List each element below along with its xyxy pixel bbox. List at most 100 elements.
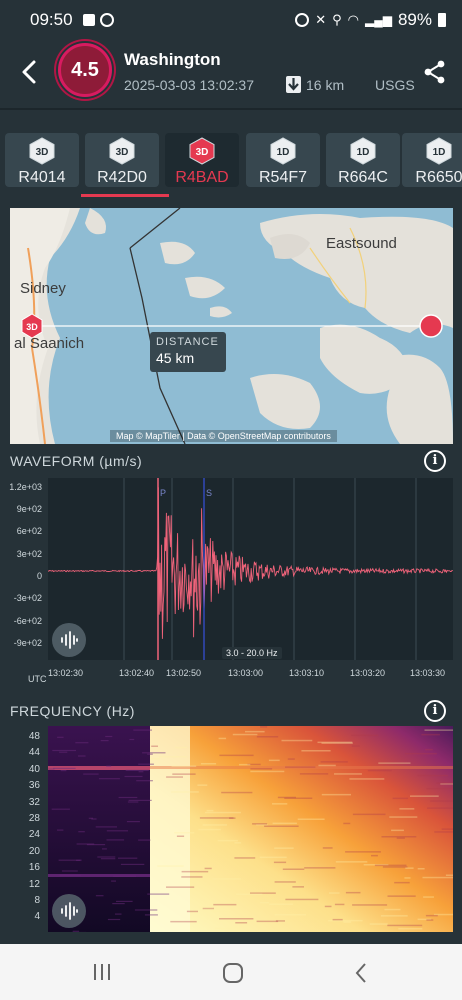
share-icon[interactable] xyxy=(424,60,446,84)
station-tab-5[interactable]: 1D R6650 xyxy=(402,133,462,187)
waveform-x-tick: 13:02:30 xyxy=(48,668,84,678)
station-marker-label: 3D xyxy=(26,322,38,332)
distance-badge: DISTANCE 45 km xyxy=(150,332,226,372)
frequency-y-tick: 28 xyxy=(28,813,40,824)
station-tab-1[interactable]: 3D R42D0 xyxy=(85,133,159,187)
home-icon[interactable] xyxy=(222,962,244,984)
battery-icon xyxy=(438,13,446,27)
frequency-y-tick: 8 xyxy=(34,895,40,906)
status-bar: 09:50 ✕ ⚲ ◠ ▂▄▆ 89% xyxy=(0,0,462,40)
label-saanich: al Saanich xyxy=(14,335,84,352)
status-time: 09:50 xyxy=(30,10,73,29)
waveform-y-tick: 0 xyxy=(36,571,42,581)
frequency-y-tick: 16 xyxy=(28,862,40,874)
active-tab-indicator xyxy=(81,194,169,197)
svg-text:1D: 1D xyxy=(433,147,446,158)
recent-apps-icon[interactable] xyxy=(92,963,112,981)
distance-value: 45 km xyxy=(156,350,195,366)
event-place: Washington xyxy=(124,50,221,69)
event-header: 4.5 Washington 2025-03-03 13:02:37 16 km… xyxy=(0,40,462,108)
station-type-icon: 1D xyxy=(426,137,452,165)
frequency-y-tick: 48 xyxy=(28,731,40,742)
waveform-x-tick: 13:03:10 xyxy=(289,668,325,678)
waveform-chart[interactable]: PS 3.0 - 20.0 Hz xyxy=(47,478,454,660)
frequency-y-tick: 32 xyxy=(28,796,40,808)
p-wave-label: P xyxy=(160,488,166,498)
station-tab-label: R4014 xyxy=(18,169,66,186)
station-tab-label: R42D0 xyxy=(97,169,147,186)
nav-back-icon[interactable] xyxy=(354,962,368,984)
map-canvas: 3D Eastsound Sidney al Saanich xyxy=(10,208,453,444)
mute-icon: ✕ xyxy=(315,12,327,27)
frequency-title: FREQUENCY (Hz) xyxy=(10,703,135,719)
waveform-y-tick: 6e+02 xyxy=(16,526,42,536)
svg-text:1D: 1D xyxy=(357,147,370,158)
svg-text:3D: 3D xyxy=(196,147,209,158)
frequency-y-tick: 12 xyxy=(28,878,40,890)
waveform-title: WAVEFORM (µm/s) xyxy=(10,453,143,469)
frequency-y-tick: 24 xyxy=(28,829,40,841)
notification-icon xyxy=(82,14,95,26)
station-type-icon: 3D xyxy=(189,137,215,165)
label-sidney: Sidney xyxy=(20,280,66,297)
waveform-x-tick: 13:03:20 xyxy=(350,668,386,678)
frequency-y-tick: 36 xyxy=(28,780,40,792)
sound-wave-icon[interactable] xyxy=(52,623,86,657)
station-tab-0[interactable]: 3D R4014 xyxy=(5,133,79,187)
s-wave-label: S xyxy=(206,488,212,498)
waveform-y-tick: -3e+02 xyxy=(13,593,42,603)
location-icon: ⚲ xyxy=(332,12,342,27)
battery-text: 89% xyxy=(397,10,432,29)
distance-label: DISTANCE xyxy=(156,336,219,348)
waveform-y-tick: -6e+02 xyxy=(13,616,42,626)
event-source: USGS xyxy=(375,77,415,93)
frequency-info-icon[interactable]: i xyxy=(424,700,446,722)
spectrogram-sound-icon[interactable] xyxy=(52,894,86,928)
waveform-trace xyxy=(47,487,454,639)
spectrogram-plot xyxy=(48,726,453,932)
event-datetime: 2025-03-03 13:02:37 xyxy=(124,77,254,93)
whatsapp-icon xyxy=(99,13,114,27)
waveform-y-tick: 3e+02 xyxy=(16,549,42,559)
waveform-plot: PS xyxy=(47,478,454,660)
svg-text:3D: 3D xyxy=(36,147,49,158)
waveform-x-tick: 13:02:50 xyxy=(166,668,202,678)
waveform-x-tick: 13:02:40 xyxy=(119,668,155,678)
station-type-icon: 1D xyxy=(350,137,376,165)
frequency-y-tick: 4 xyxy=(34,911,40,923)
waveform-y-tick: 9e+02 xyxy=(16,504,42,514)
filter-label: 3.0 - 20.0 Hz xyxy=(222,647,282,659)
signal-icon: ▂▄▆ xyxy=(365,13,392,27)
station-tab-label: R4BAD xyxy=(175,169,229,186)
station-tab-label: R664C xyxy=(338,169,388,186)
frequency-y-tick: 40 xyxy=(28,763,40,775)
station-tab-3[interactable]: 1D R54F7 xyxy=(246,133,320,187)
frequency-y-tick: 44 xyxy=(28,747,40,759)
map-attribution[interactable]: Map © MapTiler | Data © OpenStreetMap co… xyxy=(110,430,337,442)
frequency-y-tick: 20 xyxy=(28,845,40,857)
waveform-y-tick: -9e+02 xyxy=(13,638,42,648)
depth-value: 16 km xyxy=(306,76,345,93)
depth-arrow-icon xyxy=(286,76,301,93)
station-tab-2[interactable]: 3D R4BAD xyxy=(165,133,239,187)
station-tabs: 3D R4014 3D R42D0 3D R4BAD 1D R54F7 1D R664C 1D R66… xyxy=(0,130,462,200)
station-type-icon: 3D xyxy=(109,137,135,165)
system-nav-bar xyxy=(0,944,462,1000)
station-type-icon: 3D xyxy=(29,137,55,165)
waveform-info-icon[interactable]: i xyxy=(424,450,446,472)
spectrogram[interactable] xyxy=(48,726,453,932)
waveform-x-tick: 13:03:00 xyxy=(228,668,264,678)
event-depth: 16 km xyxy=(286,76,344,93)
station-map[interactable]: 3D Eastsound Sidney al Saanich DISTANCE … xyxy=(10,208,453,444)
header-divider xyxy=(0,108,462,110)
station-tab-4[interactable]: 1D R664C xyxy=(326,133,400,187)
wifi-icon: ◠ xyxy=(347,12,359,27)
alarm-icon xyxy=(295,13,310,27)
back-icon[interactable] xyxy=(18,58,42,86)
waveform-y-tick: 1.2e+03 xyxy=(9,482,42,492)
station-tab-label: R54F7 xyxy=(258,169,308,186)
station-tab-label: R6650 xyxy=(415,169,462,186)
waveform-x-tick: 13:03:30 xyxy=(410,668,446,678)
svg-text:3D: 3D xyxy=(116,147,129,158)
waveform-x-tick: UTC xyxy=(28,674,47,684)
